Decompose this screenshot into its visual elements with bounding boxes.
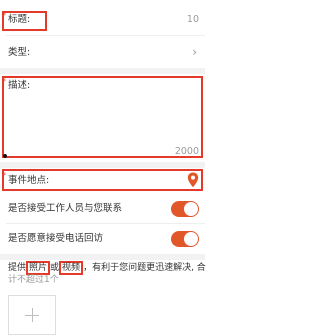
- media-hint-video: 视频: [59, 261, 84, 275]
- callback-toggle-row: 是否愿意接受电话回访: [0, 226, 205, 252]
- toggle-divider: [6, 223, 205, 224]
- callback-toggle-label: 是否愿意接受电话回访: [8, 233, 104, 244]
- media-hint: 提供 照片或视频 ，有利于您问题更迅速解决, 合 计不超过1个: [0, 261, 206, 290]
- media-upload-button[interactable]: [8, 295, 56, 335]
- callback-toggle-switch[interactable]: [171, 231, 199, 247]
- description-corner-dot: [3, 154, 7, 158]
- media-hint-suffix: ，有利于您问题更迅速解决, 合: [83, 263, 206, 273]
- section-divider-3: [0, 254, 205, 260]
- media-hint-photo: 照片: [26, 261, 51, 275]
- toggle-knob: [184, 232, 198, 246]
- plus-icon-vertical: [32, 308, 33, 322]
- description-highlight-box: [2, 76, 203, 158]
- media-hint-prefix: 提供: [8, 263, 27, 273]
- chevron-right-icon: ›: [192, 45, 197, 59]
- title-char-counter: 10: [186, 14, 199, 25]
- contact-toggle-label: 是否接受工作人员与您联系: [8, 203, 123, 214]
- toggle-knob: [184, 202, 198, 216]
- type-field[interactable]: 类型: ›: [0, 38, 205, 68]
- media-hint-or: 或: [50, 263, 60, 273]
- media-hint-line2: 计不超过1个: [8, 275, 59, 285]
- title-highlight-box: [2, 11, 47, 31]
- location-highlight-box: [2, 169, 203, 191]
- media-hint-line1: 提供 照片或视频 ，有利于您问题更迅速解决, 合: [8, 261, 206, 275]
- type-label: 类型:: [8, 47, 31, 58]
- contact-toggle-switch[interactable]: [171, 201, 199, 217]
- contact-toggle-row: 是否接受工作人员与您联系: [0, 196, 205, 222]
- title-divider: [6, 35, 205, 36]
